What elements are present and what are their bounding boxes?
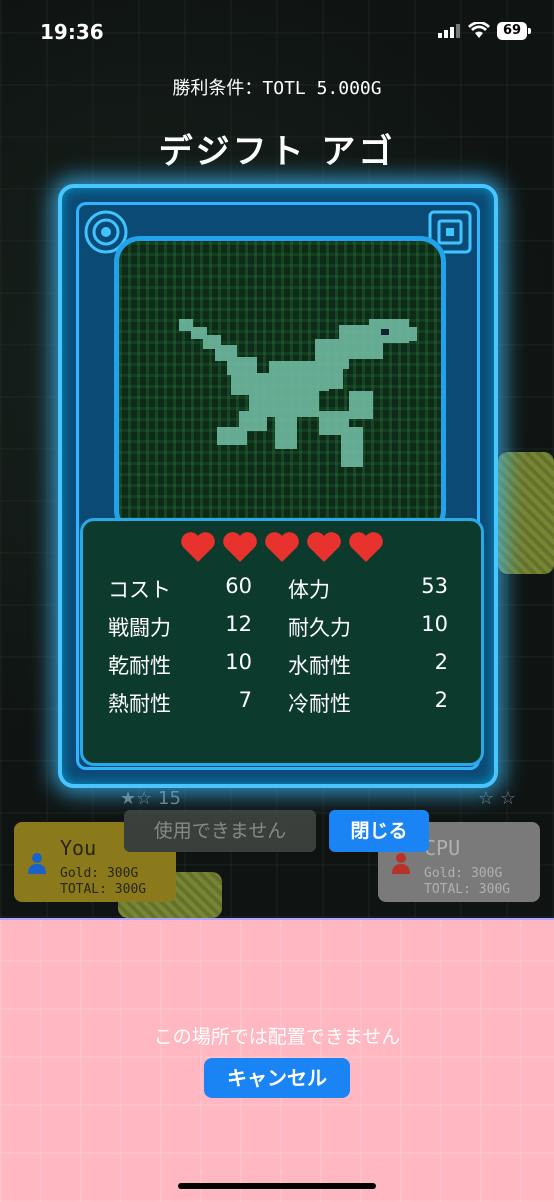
stat-label: コスト <box>108 578 171 602</box>
close-button[interactable]: 閉じる <box>329 810 429 852</box>
status-bar: 19:36 69 <box>0 0 554 64</box>
heart-icon <box>223 532 257 562</box>
stat-value: 10 <box>421 612 448 636</box>
heart-icon <box>265 532 299 562</box>
stat-value: 10 <box>225 650 252 674</box>
health-hearts <box>180 530 390 570</box>
cellular-signal-icon <box>438 24 460 38</box>
placement-message: この場所では配置できません <box>153 1026 401 1048</box>
stat-value: 60 <box>225 574 252 598</box>
stat-label: 水耐性 <box>288 654 351 678</box>
rating-stars-right: ☆ ☆ <box>478 788 516 809</box>
rating-stars: ★☆ 15 <box>120 788 181 809</box>
card-title: デジフト アゴ <box>158 132 396 172</box>
player-total: TOTAL: 300G <box>424 882 511 897</box>
placement-panel: この場所では配置できません キャンセル <box>0 918 554 1202</box>
user-icon <box>28 853 46 874</box>
stat-value: 53 <box>421 574 448 598</box>
win-condition: 勝利条件：TOTL 5.000G <box>172 78 382 99</box>
player-gold: Gold: 300G <box>424 866 503 881</box>
stat-label: 体力 <box>288 578 330 602</box>
stat-label: 戦闘力 <box>108 616 171 640</box>
heart-icon <box>349 532 383 562</box>
dinosaur-icon <box>179 319 417 467</box>
player-total: TOTAL: 300G <box>60 882 147 897</box>
stat-label: 冷耐性 <box>288 692 351 716</box>
stat-label: 熱耐性 <box>108 692 171 716</box>
monster-card: コスト 60 体力 53 戦闘力 12 耐久力 10 乾耐性 10 水耐性 2 … <box>58 184 498 788</box>
player-gold: Gold: 300G <box>60 866 139 881</box>
stat-value: 7 <box>238 688 252 712</box>
user-icon <box>392 853 410 874</box>
stat-value: 2 <box>434 688 448 712</box>
stat-value: 2 <box>434 650 448 674</box>
player-name: You <box>60 836 97 860</box>
wifi-icon <box>468 22 490 38</box>
heart-icon <box>307 532 341 562</box>
clock: 19:36 <box>40 20 104 44</box>
heart-icon <box>181 532 215 562</box>
stat-label: 耐久力 <box>288 616 351 640</box>
battery-icon: 69 <box>497 22 531 40</box>
stat-row: 戦闘力 12 耐久力 10 <box>108 612 458 642</box>
stat-row: 熱耐性 7 冷耐性 2 <box>108 688 458 718</box>
stat-label: 乾耐性 <box>108 654 171 678</box>
cancel-button[interactable]: キャンセル <box>204 1058 350 1098</box>
card-artwork <box>114 236 446 536</box>
stat-row: コスト 60 体力 53 <box>108 574 458 604</box>
stat-row: 乾耐性 10 水耐性 2 <box>108 650 458 680</box>
board-tile-right <box>498 452 554 574</box>
use-card-button[interactable]: 使用できません <box>124 810 316 852</box>
home-indicator[interactable] <box>178 1183 376 1189</box>
player-name: CPU <box>424 836 461 860</box>
stat-value: 12 <box>225 612 252 636</box>
